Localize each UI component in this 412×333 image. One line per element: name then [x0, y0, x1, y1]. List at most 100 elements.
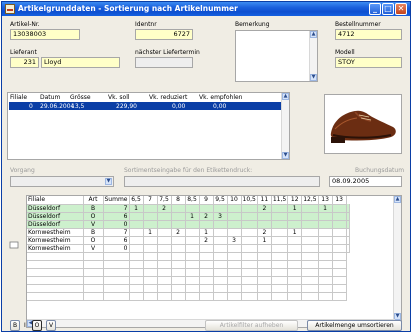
grid-cell[interactable]: [257, 260, 272, 269]
grid-cell[interactable]: [83, 252, 104, 261]
grid-cell[interactable]: [332, 252, 347, 261]
grid-cell[interactable]: [103, 284, 130, 293]
grid-cell[interactable]: [185, 292, 200, 301]
stock-grid[interactable]: Filiale Art Summe 6,5 7 7,5 8 8,5 9 9,5 10 10,5 11 11…: [26, 195, 402, 328]
grid-cell[interactable]: [257, 268, 272, 277]
grid-cell[interactable]: [318, 260, 333, 269]
grid-cell[interactable]: [227, 244, 242, 253]
grid-cell[interactable]: [271, 268, 289, 277]
grid-cell[interactable]: [185, 276, 200, 285]
grid-cell[interactable]: [271, 284, 289, 293]
grid-cell[interactable]: [318, 244, 333, 253]
grid-cell[interactable]: 1: [287, 204, 303, 213]
grid-cell[interactable]: [143, 204, 158, 213]
grid-cell[interactable]: [199, 220, 214, 229]
grid-cell[interactable]: [271, 236, 289, 245]
grid-cell[interactable]: [213, 292, 228, 301]
bemerkung-field[interactable]: ▲ ▼: [235, 30, 318, 82]
grid-cell[interactable]: 1: [287, 228, 303, 237]
grid-cell[interactable]: 2: [257, 204, 272, 213]
grid-cell[interactable]: [227, 228, 242, 237]
grid-cell[interactable]: [143, 276, 158, 285]
grid-cell[interactable]: [227, 212, 242, 221]
stock-grid-vscroll[interactable]: ▲ ▼: [393, 196, 401, 320]
filter-o-button[interactable]: O: [32, 320, 42, 331]
grid-cell[interactable]: Düsseldorf: [27, 204, 84, 213]
grid-cell[interactable]: [129, 268, 144, 277]
grid-cell[interactable]: 2: [257, 228, 272, 237]
grid-cell[interactable]: [157, 276, 172, 285]
grid-cell[interactable]: [171, 260, 186, 269]
grid-header-cell[interactable]: 13: [332, 196, 347, 205]
scroll-down-icon[interactable]: ▼: [394, 313, 401, 320]
grid-cell[interactable]: [103, 252, 130, 261]
grid-cell[interactable]: [332, 204, 347, 213]
grid-cell[interactable]: [332, 260, 347, 269]
grid-cell[interactable]: 3: [213, 212, 228, 221]
grid-cell[interactable]: [287, 236, 303, 245]
grid-cell[interactable]: [241, 212, 258, 221]
grid-cell[interactable]: [318, 276, 333, 285]
grid-cell[interactable]: [332, 220, 347, 229]
grid-row[interactable]: Kornwestheim V 0: [27, 244, 350, 253]
grid-cell[interactable]: [171, 268, 186, 277]
grid-cell[interactable]: [199, 268, 214, 277]
grid-cell[interactable]: [332, 292, 347, 301]
grid-cell[interactable]: [171, 284, 186, 293]
grid-cell[interactable]: B: [83, 204, 104, 213]
grid-cell[interactable]: [129, 292, 144, 301]
grid-cell[interactable]: [213, 236, 228, 245]
grid-cell[interactable]: [199, 252, 214, 261]
grid-cell[interactable]: [199, 292, 214, 301]
bemerkung-scrollbar[interactable]: ▲ ▼: [309, 31, 317, 81]
grid-cell[interactable]: [129, 260, 144, 269]
grid-cell[interactable]: [301, 244, 319, 253]
grid-cell[interactable]: [27, 268, 84, 277]
grid-cell[interactable]: [143, 252, 158, 261]
grid-cell[interactable]: [241, 220, 258, 229]
grid-cell[interactable]: [103, 268, 130, 277]
grid-header-cell[interactable]: 7,5: [157, 196, 172, 205]
grid-cell[interactable]: [332, 244, 347, 253]
scroll-up-icon[interactable]: ▲: [394, 196, 401, 203]
grid-cell[interactable]: [241, 236, 258, 245]
grid-cell[interactable]: [227, 260, 242, 269]
grid-cell[interactable]: [332, 276, 347, 285]
grid-row-empty[interactable]: [27, 252, 349, 261]
grid-cell[interactable]: [227, 292, 242, 301]
grid-cell[interactable]: [157, 260, 172, 269]
grid-cell[interactable]: [199, 244, 214, 253]
grid-cell[interactable]: [241, 228, 258, 237]
grid-cell[interactable]: [287, 212, 303, 221]
grid-cell[interactable]: V: [83, 244, 104, 253]
grid-cell[interactable]: [213, 268, 228, 277]
grid-row[interactable]: Düsseldorf B 7 1 2 2 1 1: [27, 204, 350, 213]
grid-header-cell[interactable]: 12,5: [301, 196, 319, 205]
grid-cell[interactable]: [171, 292, 186, 301]
grid-cell[interactable]: [171, 212, 186, 221]
grid-cell[interactable]: [287, 220, 303, 229]
grid-cell[interactable]: [332, 212, 347, 221]
grid-cell[interactable]: [171, 276, 186, 285]
grid-cell[interactable]: [257, 220, 272, 229]
grid-cell[interactable]: [301, 220, 319, 229]
grid-cell[interactable]: [171, 252, 186, 261]
grid-cell[interactable]: [257, 252, 272, 261]
grid-cell[interactable]: [318, 212, 333, 221]
grid-cell[interactable]: [199, 260, 214, 269]
grid-cell[interactable]: [185, 244, 200, 253]
grid-cell[interactable]: [171, 236, 186, 245]
grid-header-cell[interactable]: 8: [171, 196, 186, 205]
grid-cell[interactable]: 1: [185, 212, 200, 221]
grid-cell[interactable]: [185, 220, 200, 229]
grid-header-cell[interactable]: Summe: [103, 196, 130, 205]
grid-cell[interactable]: [318, 236, 333, 245]
grid-cell[interactable]: 3: [227, 236, 242, 245]
grid-cell[interactable]: [129, 244, 144, 253]
filter-b-button[interactable]: B: [10, 320, 20, 331]
grid-row[interactable]: Kornwestheim O 6 2 3 1: [27, 236, 350, 245]
artikelmenge-umsortieren-button[interactable]: Artikelmenge umsortieren: [307, 320, 402, 331]
grid-row-empty[interactable]: [27, 292, 349, 301]
grid-cell[interactable]: [143, 236, 158, 245]
grid-cell[interactable]: [129, 284, 144, 293]
